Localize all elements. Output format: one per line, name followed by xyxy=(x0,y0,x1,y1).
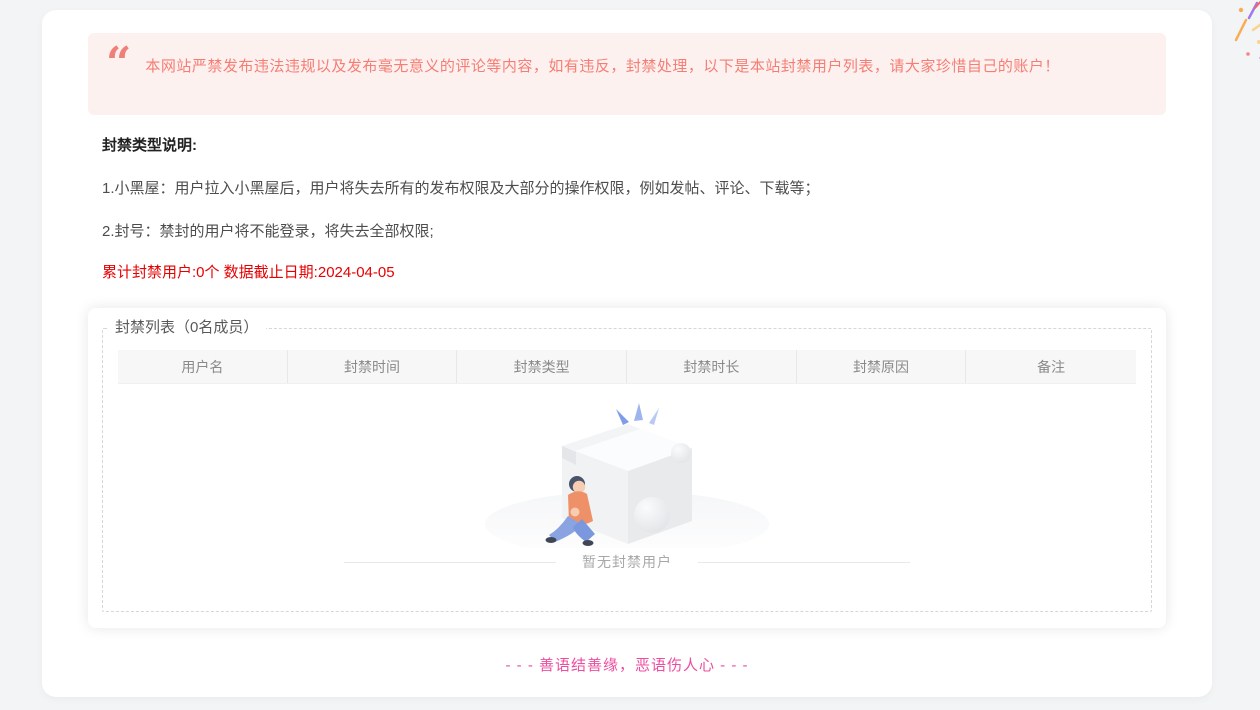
ban-type-item-2: 2.封号：禁封的用户将不能登录，将失去全部权限; xyxy=(88,223,1166,241)
ban-list-fieldset: 封禁列表（0名成员） 用户名 封禁时间 封禁类型 封禁时长 封禁原因 备注 xyxy=(102,318,1152,612)
site-notice-banner: “ 本网站严禁发布违法违规以及发布毫无意义的评论等内容，如有违反，封禁处理，以下… xyxy=(88,33,1166,115)
column-header-reason: 封禁原因 xyxy=(797,350,967,383)
empty-box-illustration xyxy=(482,396,772,548)
empty-state: 暂无封禁用户 xyxy=(103,384,1151,572)
empty-divider: 暂无封禁用户 xyxy=(103,552,1151,572)
ban-stats-text: 累计封禁用户:0个 数据截止日期:2024-04-05 xyxy=(88,264,1166,282)
column-header-username: 用户名 xyxy=(118,350,288,383)
divider-line-right xyxy=(698,562,910,563)
ban-list-legend: 封禁列表（0名成员） xyxy=(107,318,266,338)
ban-table-header-row: 用户名 封禁时间 封禁类型 封禁时长 封禁原因 备注 xyxy=(118,350,1136,384)
ban-type-title: 封禁类型说明: xyxy=(88,137,1166,155)
column-header-remark: 备注 xyxy=(966,350,1136,383)
ban-type-item-1: 1.小黑屋：用户拉入小黑屋后，用户将失去所有的发布权限及大部分的操作权限，例如发… xyxy=(88,180,1166,198)
notice-text: 本网站严禁发布违法违规以及发布毫无意义的评论等内容，如有违反，封禁处理，以下是本… xyxy=(145,47,1060,77)
footer-motto: - - - 善语结善缘，恶语伤人心 - - - xyxy=(88,654,1166,675)
empty-text: 暂无封禁用户 xyxy=(556,552,698,572)
divider-line-left xyxy=(344,562,556,563)
firework-icon xyxy=(1228,0,1260,75)
page-background: { "notice": { "icon": "quote-icon", "tex… xyxy=(0,0,1260,710)
quote-icon: “ xyxy=(106,47,131,81)
main-card: “ 本网站严禁发布违法违规以及发布毫无意义的评论等内容，如有违反，封禁处理，以下… xyxy=(42,10,1212,697)
column-header-duration: 封禁时长 xyxy=(627,350,797,383)
column-header-ban-type: 封禁类型 xyxy=(457,350,627,383)
ban-list-panel: 封禁列表（0名成员） 用户名 封禁时间 封禁类型 封禁时长 封禁原因 备注 xyxy=(88,308,1166,628)
column-header-ban-time: 封禁时间 xyxy=(288,350,458,383)
